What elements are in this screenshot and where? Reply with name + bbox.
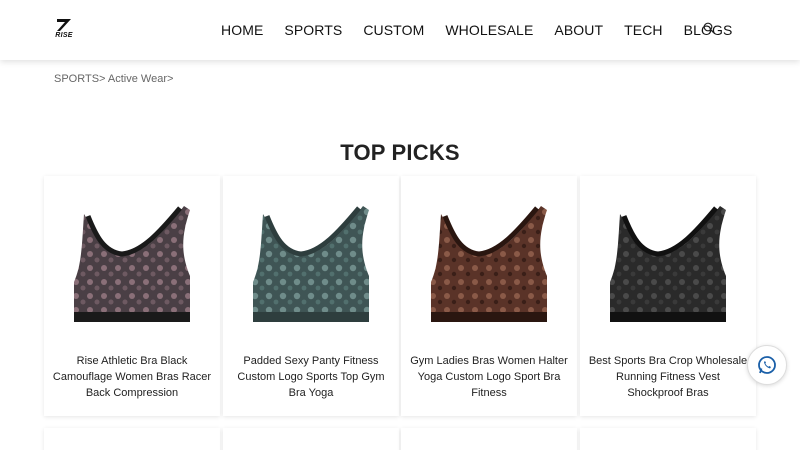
- product-image[interactable]: [44, 194, 220, 334]
- site-header: RISE HOME SPORTS CUSTOM WHOLESALE ABOUT …: [0, 0, 800, 60]
- nav-custom[interactable]: CUSTOM: [363, 22, 424, 38]
- nav-wholesale[interactable]: WHOLESALE: [445, 22, 533, 38]
- product-card[interactable]: Padded Sexy Panty Fitness Custom Logo Sp…: [223, 176, 399, 416]
- whatsapp-button[interactable]: [747, 345, 787, 385]
- product-card[interactable]: Rise Athletic Bra Black Camouflage Women…: [44, 176, 220, 416]
- product-card[interactable]: Best Sports Bra Crop Wholesale Running F…: [580, 176, 756, 416]
- nav-sports[interactable]: SPORTS: [284, 22, 342, 38]
- product-image[interactable]: [580, 194, 756, 334]
- nav-about[interactable]: ABOUT: [554, 22, 603, 38]
- breadcrumb: SPORTS> Active Wear>: [54, 73, 173, 85]
- product-card[interactable]: Gym Ladies Bras Women Halter Yoga Custom…: [401, 176, 577, 416]
- product-card[interactable]: [223, 428, 399, 450]
- product-title[interactable]: Gym Ladies Bras Women Halter Yoga Custom…: [409, 353, 569, 401]
- logo-text: RISE: [55, 32, 73, 39]
- product-card[interactable]: [580, 428, 756, 450]
- search-icon[interactable]: [703, 21, 717, 35]
- breadcrumb-active-wear[interactable]: Active Wear: [105, 73, 167, 85]
- nav-tech[interactable]: TECH: [624, 22, 663, 38]
- breadcrumb-separator: >: [167, 73, 174, 85]
- main-nav: HOME SPORTS CUSTOM WHOLESALE ABOUT TECH …: [221, 22, 753, 38]
- breadcrumb-sports[interactable]: SPORTS: [54, 73, 99, 85]
- whatsapp-icon: [758, 356, 776, 374]
- nav-home[interactable]: HOME: [221, 22, 263, 38]
- section-title: TOP PICKS: [340, 140, 460, 165]
- product-image[interactable]: [401, 194, 577, 334]
- product-title[interactable]: Padded Sexy Panty Fitness Custom Logo Sp…: [231, 353, 391, 401]
- product-title[interactable]: Best Sports Bra Crop Wholesale Running F…: [588, 353, 748, 401]
- product-title[interactable]: Rise Athletic Bra Black Camouflage Women…: [52, 353, 212, 401]
- product-card[interactable]: [44, 428, 220, 450]
- product-image[interactable]: [223, 194, 399, 334]
- site-logo[interactable]: RISE: [52, 18, 76, 42]
- product-card[interactable]: [401, 428, 577, 450]
- logo-mark-icon: [57, 19, 71, 31]
